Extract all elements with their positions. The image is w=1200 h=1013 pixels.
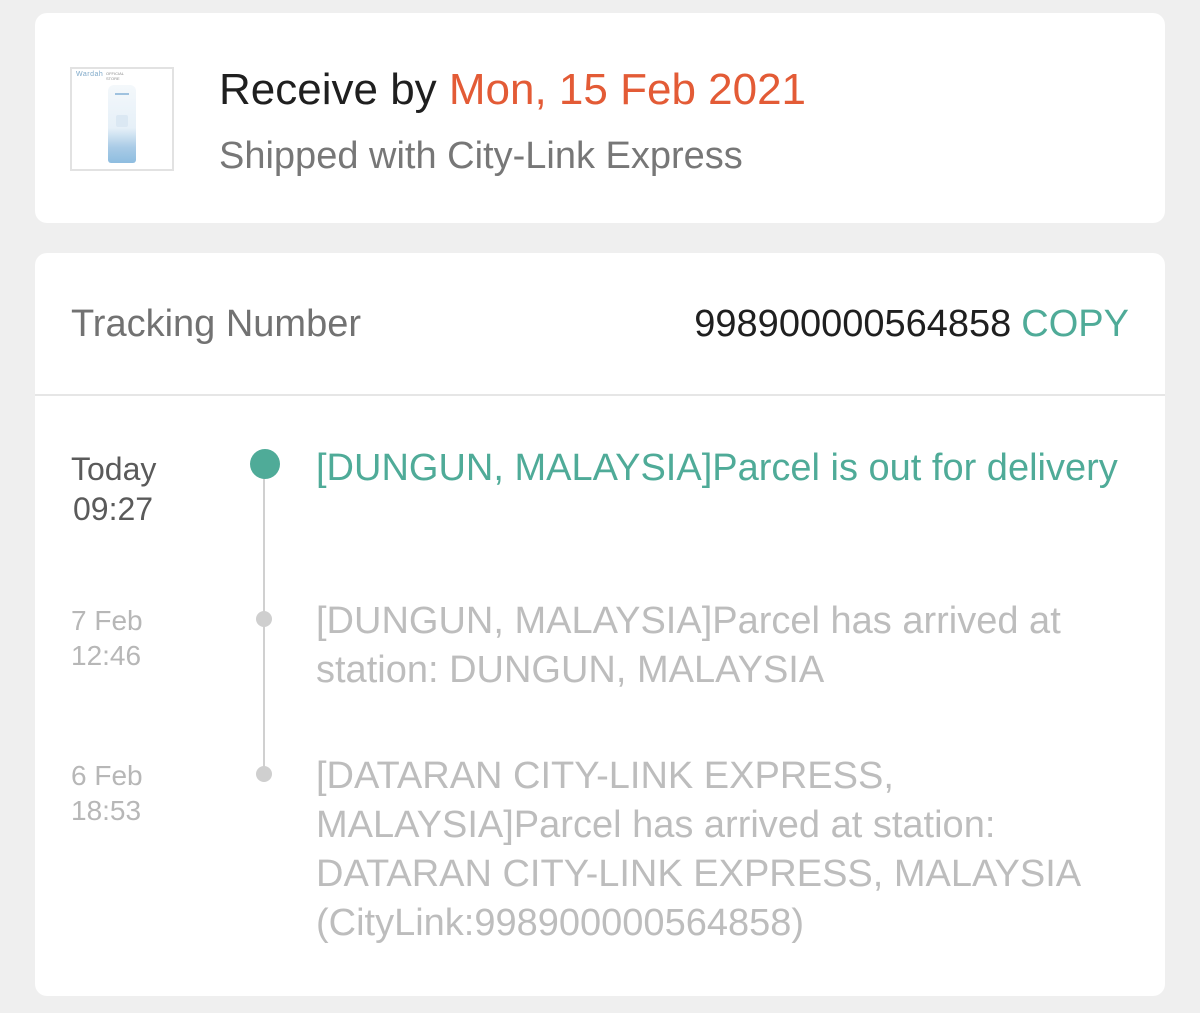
receive-by-line: Receive by Mon, 15 Feb 2021 xyxy=(219,65,806,115)
estimated-delivery-date: Mon, 15 Feb 2021 xyxy=(448,65,807,114)
event-time: 6 Feb 18:53 xyxy=(71,758,143,828)
tracking-number-row: 998900000564858 COPY xyxy=(694,303,1129,346)
tracking-card: Tracking Number 998900000564858 COPY Toda… xyxy=(35,253,1165,996)
receive-by-label: Receive by xyxy=(219,65,449,114)
event-clock: 18:53 xyxy=(71,795,142,826)
product-thumbnail[interactable]: Wardah OFFICIAL STORE xyxy=(70,67,174,171)
event-day: 6 Feb xyxy=(71,760,143,791)
event-description: [DUNGUN, MALAYSIA]Parcel is out for deli… xyxy=(316,447,1118,489)
event-day: Today xyxy=(71,451,157,487)
thumbnail-brand-logo: Wardah xyxy=(76,71,104,78)
timeline-dot xyxy=(256,611,272,627)
shipping-carrier: Shipped with City-Link Express xyxy=(219,135,743,177)
delivery-card: Wardah OFFICIAL STORE Receive by Mon, 15… xyxy=(35,13,1165,223)
copy-button[interactable]: COPY xyxy=(1021,303,1129,345)
event-day: 7 Feb xyxy=(71,605,143,636)
event-clock: 09:27 xyxy=(73,491,154,527)
timeline-dot xyxy=(256,766,272,782)
tracking-number-label: Tracking Number xyxy=(71,303,362,345)
thumbnail-official-store-badge: OFFICIAL STORE xyxy=(106,71,124,81)
event-description: [DUNGUN, MALAYSIA]Parcel has arrived at … xyxy=(316,600,1061,691)
event-description: [DATARAN CITY-LINK EXPRESS, MALAYSIA]Par… xyxy=(316,755,1080,944)
tracking-number-value: 998900000564858 xyxy=(694,303,1012,345)
divider xyxy=(35,394,1165,396)
event-clock: 12:46 xyxy=(71,640,142,671)
product-tube-image xyxy=(108,85,136,163)
event-time: 7 Feb 12:46 xyxy=(71,603,143,673)
timeline-dot-active xyxy=(250,449,280,479)
event-time: Today 09:27 xyxy=(71,449,156,529)
